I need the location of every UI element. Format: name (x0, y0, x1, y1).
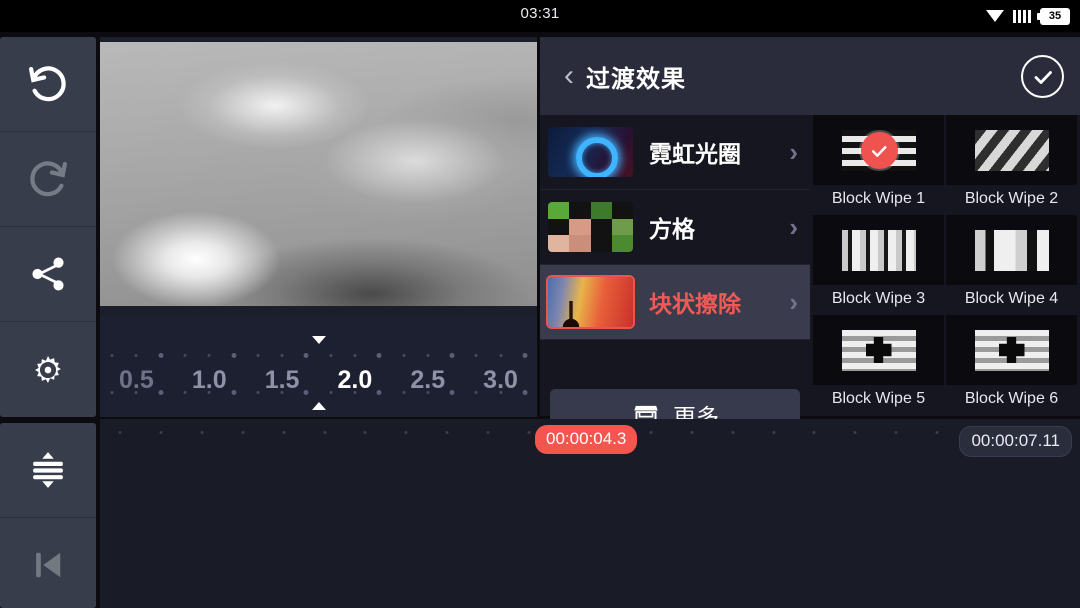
block-wipe-2-preview (974, 129, 1049, 171)
confirm-button[interactable] (1021, 55, 1064, 98)
panel-header: ‹ 过渡效果 (540, 37, 1080, 115)
playhead-time-badge[interactable]: 00:00:04.3 (535, 425, 638, 454)
effect-label: Block Wipe 4 (964, 290, 1059, 307)
block-wipe-5-preview (841, 329, 916, 371)
tool-rail-group-secondary (0, 423, 96, 608)
grid-mosaic-thumb (548, 202, 633, 252)
preview-frame (100, 42, 537, 307)
effect-label: Block Wipe 1 (831, 190, 926, 207)
neon-ring-thumb (548, 127, 633, 177)
category-label: 块状擦除 (649, 291, 741, 317)
selected-check-icon (860, 132, 898, 169)
effect-thumb (946, 315, 1077, 385)
status-tray: 35 (986, 0, 1070, 32)
effect-item-block-wipe-2[interactable]: Block Wipe 2 (946, 115, 1077, 212)
signal-bars-icon (1013, 9, 1031, 23)
effect-thumb (813, 315, 944, 385)
chevron-right-icon: › (789, 286, 798, 317)
expand-tracks-button[interactable] (0, 423, 96, 518)
effect-item-block-wipe-1[interactable]: Block Wipe 1 (813, 115, 944, 212)
effect-label: Block Wipe 3 (831, 290, 926, 307)
skip-to-start-button[interactable] (0, 518, 96, 608)
settings-button[interactable] (0, 322, 96, 417)
redo-button[interactable] (0, 132, 96, 227)
transition-effects-panel: ‹ 过渡效果 霓虹光圈 › 方格 › 块状擦除 › 更多 Block Wipe … (540, 37, 1080, 441)
effects-grid-row: Block Wipe 1 Block Wipe 2 (812, 115, 1080, 215)
effect-item-block-wipe-3[interactable]: Block Wipe 3 (813, 215, 944, 312)
total-duration-badge: 00:00:07.11 (959, 426, 1072, 457)
tool-rail (0, 37, 96, 608)
effects-grid-row: Block Wipe 3 Block Wipe 4 (812, 215, 1080, 315)
block-wipe-3-preview (841, 229, 916, 271)
status-bar: 03:31 35 (0, 0, 1080, 32)
effects-grid: Block Wipe 1 Block Wipe 2 Block Wipe 3 B… (812, 115, 1080, 416)
block-wipe-thumb (548, 277, 633, 327)
category-label: 霓虹光圈 (649, 141, 741, 167)
tool-rail-group-primary (0, 37, 96, 417)
duration-ticks-top (100, 352, 537, 358)
wifi-icon (986, 9, 1004, 23)
effect-thumb (813, 215, 944, 285)
chevron-right-icon: › (789, 211, 798, 242)
category-item-grid[interactable]: 方格 › (540, 190, 810, 265)
category-item-block-wipe[interactable]: 块状擦除 › (540, 265, 810, 340)
effect-item-block-wipe-4[interactable]: Block Wipe 4 (946, 215, 1077, 312)
effect-label: Block Wipe 5 (831, 390, 926, 407)
block-wipe-6-preview (974, 329, 1049, 371)
transition-duration-slider[interactable]: 0.5 1.0 1.5 2.0 2.5 3.0 (100, 316, 537, 417)
effect-thumb (813, 115, 944, 185)
effect-item-block-wipe-6[interactable]: Block Wipe 6 (946, 315, 1077, 412)
category-label: 方格 (649, 216, 695, 242)
kinemaster-editor-screen: 03:31 35 0.5 1.0 1.5 2.0 2.5 3.0 ‹ 过渡效果 … (0, 0, 1080, 608)
share-button[interactable] (0, 227, 96, 322)
effect-item-block-wipe-5[interactable]: Block Wipe 5 (813, 315, 944, 412)
preview-letterbox-bottom (100, 306, 537, 312)
panel-title: 过渡效果 (586, 65, 686, 93)
block-wipe-4-preview (974, 229, 1049, 271)
status-clock: 03:31 (520, 5, 560, 22)
battery-indicator: 35 (1037, 7, 1070, 25)
effects-grid-row: Block Wipe 5 Block Wipe 6 (812, 315, 1080, 415)
undo-button[interactable] (0, 37, 96, 132)
duration-caret-down-icon (312, 336, 326, 344)
category-list: 霓虹光圈 › 方格 › 块状擦除 › (540, 115, 810, 416)
effect-thumb (946, 115, 1077, 185)
effect-label: Block Wipe 6 (964, 390, 1059, 407)
video-preview[interactable] (100, 37, 537, 316)
category-item-neon-ring[interactable]: 霓虹光圈 › (540, 115, 810, 190)
chevron-right-icon: › (789, 136, 798, 167)
back-button[interactable]: ‹ (540, 59, 586, 93)
duration-ticks-bottom (100, 389, 537, 395)
effect-thumb (946, 215, 1077, 285)
effect-label: Block Wipe 2 (964, 190, 1059, 207)
duration-caret-up-icon (312, 402, 326, 410)
